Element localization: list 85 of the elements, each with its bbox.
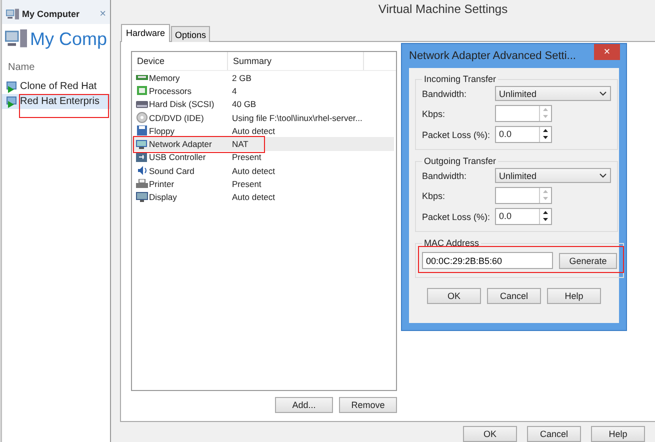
vm-list-item[interactable]: Red Hat Enterpris	[2, 94, 110, 109]
vm-icon	[6, 96, 18, 108]
device-summary: 4	[232, 86, 237, 96]
device-summary: Present	[232, 152, 262, 162]
device-summary: 2 GB	[232, 72, 252, 83]
chevron-down-icon	[599, 173, 607, 178]
field-label: Bandwidth:	[422, 88, 468, 98]
computer-icon	[6, 8, 19, 20]
field-label: Bandwidth:	[422, 170, 468, 180]
device-name: USB Controller	[149, 152, 206, 162]
dialog-title: Network Adapter Advanced Setti...	[409, 50, 576, 62]
device-name: Processors	[149, 86, 192, 96]
device-row[interactable]: Network Adapter NAT	[132, 137, 394, 151]
device-row[interactable]: Memory 2 GB	[132, 71, 394, 84]
dialog-button[interactable]: Help	[591, 426, 645, 442]
device-summary: Auto detect	[232, 126, 276, 136]
monitor-icon	[136, 192, 148, 203]
device-button[interactable]: Add...	[275, 397, 333, 413]
bandwidth-dropdown[interactable]: Unlimited	[495, 86, 611, 101]
device-summary: NAT	[232, 139, 248, 150]
printer-icon	[136, 178, 148, 190]
tab[interactable]: Hardware	[121, 24, 170, 42]
device-summary: Present	[232, 179, 262, 190]
kbps-spinner[interactable]	[495, 105, 552, 122]
vm-list-item[interactable]: Clone of Red Hat	[2, 79, 110, 94]
chip-icon	[136, 85, 148, 96]
packet-loss-spinner[interactable]: 0.0	[495, 208, 552, 225]
vm-name: Clone of Red Hat	[20, 81, 97, 92]
floppy-icon	[136, 125, 148, 136]
tab[interactable]: Options	[171, 26, 210, 42]
device-row[interactable]: Printer Present	[132, 177, 394, 191]
group-title: MAC Address	[423, 238, 480, 248]
column-header: Summary	[228, 52, 364, 70]
chevron-down-icon	[599, 91, 607, 96]
device-row[interactable]: Hard Disk (SCSI) 40 GB	[132, 98, 394, 111]
device-button[interactable]: Remove	[339, 397, 397, 413]
device-summary: Auto detect	[232, 192, 276, 202]
field-label: Kbps:	[422, 108, 446, 118]
device-summary: 40 GB	[232, 99, 256, 110]
bandwidth-dropdown[interactable]: Unlimited	[495, 168, 611, 183]
device-summary: Using file F:\tool\linux\rhel-server...	[232, 112, 362, 123]
dialog-button[interactable]: OK	[463, 426, 517, 442]
device-name: Sound Card	[149, 166, 194, 176]
device-summary: Auto detect	[232, 166, 276, 176]
group-title: Outgoing Transfer	[423, 156, 498, 166]
computer-icon	[4, 28, 27, 50]
device-row[interactable]: Sound Card Auto detect	[132, 164, 394, 178]
field-label: Packet Loss (%):	[422, 212, 492, 222]
dialog-button[interactable]: Help	[547, 288, 601, 304]
speaker-icon	[136, 165, 148, 176]
dialog-button[interactable]: Cancel	[527, 426, 581, 442]
device-name: Display	[149, 192, 177, 202]
device-name: Memory	[149, 72, 180, 83]
spin-arrows-icon[interactable]	[539, 209, 551, 224]
device-name: Printer	[149, 179, 174, 190]
device-row[interactable]: Floppy Auto detect	[132, 124, 394, 138]
field-label: Kbps:	[422, 190, 446, 200]
column-header: Name	[6, 61, 36, 75]
column-header: Device	[132, 52, 228, 70]
panel-heading: My Comp	[30, 28, 107, 50]
device-row[interactable]: USB Controller Present	[132, 150, 394, 164]
vm-name: Red Hat Enterpris	[20, 96, 100, 107]
generate-button[interactable]: Generate	[559, 252, 617, 268]
vm-icon	[6, 80, 18, 92]
dialog-button[interactable]: OK	[427, 288, 481, 304]
disc-icon	[136, 112, 148, 124]
device-name: Floppy	[149, 126, 175, 136]
field-label: Packet Loss (%):	[422, 130, 492, 140]
network-icon	[136, 138, 148, 150]
group-title: Incoming Transfer	[423, 74, 498, 84]
device-name: Network Adapter	[149, 139, 212, 150]
device-row[interactable]: CD/DVD (IDE) Using file F:\tool\linux\rhel-server...	[132, 110, 394, 124]
computer-tab[interactable]: My Computer ×	[2, 0, 110, 24]
device-row[interactable]: Display Auto detect	[132, 190, 394, 204]
tab-label: My Computer	[22, 9, 80, 19]
window-title: Virtual Machine Settings	[377, 1, 509, 18]
mac-address-field[interactable]: 00:0C:29:2B:B5:60	[422, 252, 553, 269]
device-name: Hard Disk (SCSI)	[149, 99, 214, 110]
kbps-spinner[interactable]	[495, 187, 552, 204]
device-name: CD/DVD (IDE)	[149, 112, 204, 123]
packet-loss-spinner[interactable]: 0.0	[495, 126, 552, 143]
dialog-button[interactable]: Cancel	[487, 288, 541, 304]
spin-arrows-icon[interactable]	[539, 127, 551, 142]
close-button[interactable]: ×	[594, 44, 620, 60]
device-row[interactable]: Processors 4	[132, 84, 394, 98]
